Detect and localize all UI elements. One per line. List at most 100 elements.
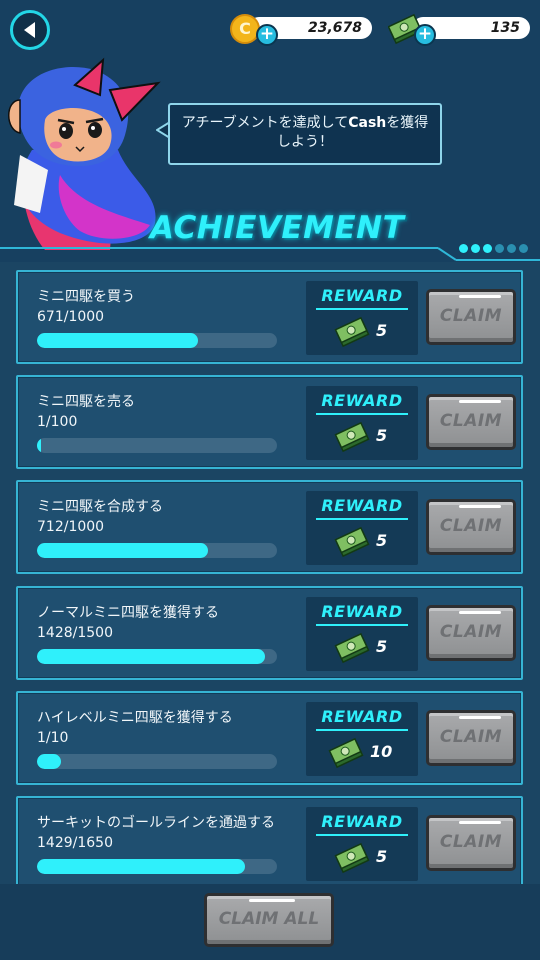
reward-box: REWARD 5: [306, 491, 418, 565]
reward-box: REWARD 5: [306, 386, 418, 460]
coin-icon: C: [230, 14, 260, 44]
page-dot: [495, 244, 504, 253]
progress-fill: [37, 438, 41, 453]
page-dot: [459, 244, 468, 253]
progress-bar: [37, 333, 277, 348]
claim-button[interactable]: CLAIM: [426, 815, 516, 871]
achievement-progress-text: 671/1000: [37, 309, 105, 325]
speech-bubble: アチーブメントを達成してCashを獲得しよう！: [168, 103, 442, 165]
page-dot: [483, 244, 492, 253]
reward-amount: 10: [370, 742, 393, 761]
back-arrow-icon: [24, 22, 35, 38]
reward-label: REWARD: [321, 496, 403, 515]
achievement-card: ハイレベルミニ四駆を獲得する 1/10 REWARD 10 CLAIM: [16, 691, 523, 785]
progress-fill: [37, 333, 199, 348]
reward-underline: [316, 308, 408, 310]
achievement-card: ノーマルミニ四駆を獲得する 1428/1500 REWARD 5 CLAIM: [16, 586, 523, 680]
page-dot: [519, 244, 528, 253]
cash-stack-icon: [334, 316, 370, 348]
back-button[interactable]: [10, 10, 50, 50]
add-cash-button[interactable]: +: [414, 24, 436, 46]
reward-amount: 5: [376, 637, 388, 656]
character-portrait: [8, 57, 161, 250]
achievement-progress-text: 712/1000: [37, 519, 105, 535]
reward-box: REWARD 10: [306, 702, 418, 776]
claim-label: CLAIM: [439, 622, 503, 642]
achievement-name: ミニ四駆を買う: [37, 289, 135, 305]
reward-amount: 5: [376, 321, 388, 340]
progress-bar: [37, 859, 277, 874]
reward-label: REWARD: [321, 286, 403, 305]
achievement-progress-text: 1/100: [37, 414, 78, 430]
button-shine: [459, 295, 501, 298]
reward-amount: 5: [376, 847, 388, 866]
reward-underline: [316, 413, 408, 415]
button-shine: [459, 821, 501, 824]
claim-button[interactable]: CLAIM: [426, 289, 516, 345]
claim-button[interactable]: CLAIM: [426, 394, 516, 450]
cash-amount: 135: [490, 20, 520, 36]
claim-button[interactable]: CLAIM: [426, 605, 516, 661]
achievement-name: サーキットのゴールラインを通過する: [37, 815, 275, 831]
button-shine: [459, 716, 501, 719]
button-shine: [249, 899, 295, 902]
achievement-progress-text: 1429/1650: [37, 835, 113, 851]
claim-button[interactable]: CLAIM: [426, 499, 516, 555]
progress-fill: [37, 754, 61, 769]
achievement-card: ミニ四駆を売る 1/100 REWARD 5 CLAIM: [16, 375, 523, 469]
reward-underline: [316, 834, 408, 836]
reward-label: REWARD: [321, 602, 403, 621]
achievement-name: ミニ四駆を合成する: [37, 499, 163, 515]
reward-amount: 5: [376, 426, 388, 445]
cash-stack-icon: [328, 737, 364, 769]
reward-underline: [316, 729, 408, 731]
progress-bar: [37, 754, 277, 769]
page-indicator: [459, 244, 528, 253]
reward-box: REWARD 5: [306, 807, 418, 881]
reward-box: REWARD 5: [306, 281, 418, 355]
reward-label: REWARD: [321, 812, 403, 831]
reward-label: REWARD: [321, 707, 403, 726]
progress-fill: [37, 649, 266, 664]
claim-all-button[interactable]: CLAIM ALL: [204, 893, 334, 947]
claim-label: CLAIM: [439, 306, 503, 326]
cash-stack-icon: [334, 842, 370, 874]
button-shine: [459, 505, 501, 508]
achievement-card: ミニ四駆を買う 671/1000 REWARD 5 CLAIM: [16, 270, 523, 364]
claim-label: CLAIM: [439, 832, 503, 852]
reward-underline: [316, 518, 408, 520]
reward-underline: [316, 624, 408, 626]
claim-label: CLAIM: [439, 727, 503, 747]
progress-fill: [37, 543, 208, 558]
reward-box: REWARD 5: [306, 597, 418, 671]
achievement-name: ミニ四駆を売る: [37, 394, 135, 410]
progress-bar: [37, 438, 277, 453]
progress-bar: [37, 543, 277, 558]
speech-text-bold: Cash: [348, 115, 387, 131]
reward-label: REWARD: [321, 391, 403, 410]
cash-stack-icon: [334, 421, 370, 453]
page-dot: [507, 244, 516, 253]
coin-amount: 23,678: [307, 20, 362, 36]
cash-stack-icon: [334, 632, 370, 664]
claim-button[interactable]: CLAIM: [426, 710, 516, 766]
progress-fill: [37, 859, 245, 874]
claim-label: CLAIM: [439, 411, 503, 431]
add-coins-button[interactable]: +: [256, 24, 278, 46]
achievement-card: ミニ四駆を合成する 712/1000 REWARD 5 CLAIM: [16, 480, 523, 574]
achievement-progress-text: 1428/1500: [37, 625, 113, 641]
claim-all-label: CLAIM ALL: [218, 909, 320, 929]
cash-stack-icon: [334, 526, 370, 558]
claim-label: CLAIM: [439, 516, 503, 536]
achievement-name: ハイレベルミニ四駆を獲得する: [37, 710, 233, 726]
progress-bar: [37, 649, 277, 664]
achievement-card: サーキットのゴールラインを通過する 1429/1650 REWARD 5 CLAIM: [16, 796, 523, 890]
reward-amount: 5: [376, 531, 388, 550]
page-title: ACHIEVEMENT: [150, 210, 405, 246]
button-shine: [459, 400, 501, 403]
achievement-progress-text: 1/10: [37, 730, 69, 746]
page-dot: [471, 244, 480, 253]
button-shine: [459, 611, 501, 614]
achievement-name: ノーマルミニ四駆を獲得する: [37, 605, 219, 621]
speech-text-prefix: アチーブメントを達成して: [181, 115, 349, 131]
